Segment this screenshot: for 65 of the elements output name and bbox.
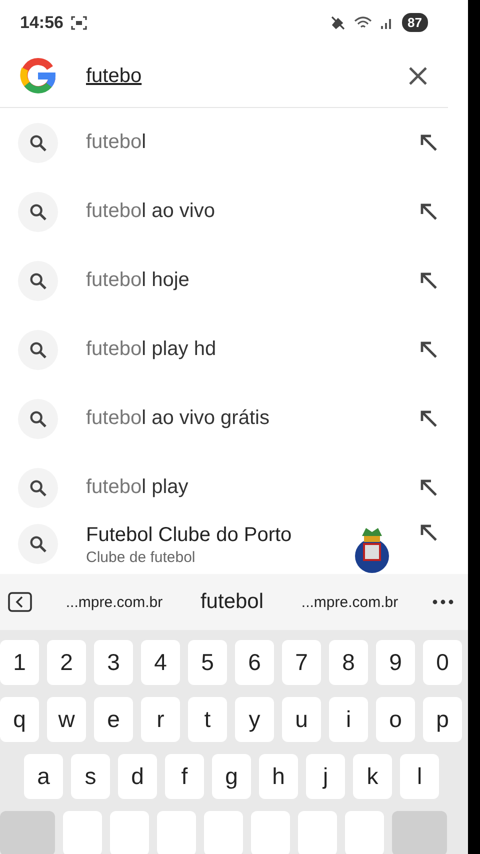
keyboard-key[interactable]: 4 [141, 640, 180, 685]
keyboard-key[interactable]: h [259, 754, 298, 799]
keyboard-key[interactable]: u [282, 697, 321, 742]
keyboard-key[interactable]: o [376, 697, 415, 742]
keyboard-key[interactable]: 1 [0, 640, 39, 685]
keyboard-key[interactable]: p [423, 697, 462, 742]
keyboard-key[interactable]: s [71, 754, 110, 799]
suggestion-subtitle: Clube de futebol [86, 549, 196, 566]
google-logo-icon [20, 58, 56, 94]
keyboard-key[interactable]: e [94, 697, 133, 742]
keyboard-key[interactable]: 7 [282, 640, 321, 685]
keyboard-key[interactable]: w [47, 697, 86, 742]
keyboard-key[interactable]: l [400, 754, 439, 799]
suggestion-item[interactable]: Futebol Clube do Porto Clube de futebol [0, 522, 468, 574]
status-time: 14:56 [20, 12, 64, 32]
suggestion-item[interactable]: futebol play hd [0, 315, 468, 384]
suggestion-item[interactable]: futebol ao vivo [0, 177, 468, 246]
keyboard-key[interactable]: 6 [235, 640, 274, 685]
keyboard-key[interactable]: q [0, 697, 39, 742]
word-candidate[interactable]: ...mpre.com.br [297, 594, 402, 610]
more-icon[interactable] [432, 599, 454, 605]
close-button[interactable] [408, 66, 428, 86]
suggestion-item[interactable]: futebol [0, 108, 468, 177]
battery-level: 87 [402, 13, 428, 32]
word-candidate[interactable]: ...mpre.com.br [62, 594, 167, 610]
keyboard-key[interactable]: d [118, 754, 157, 799]
suggestion-item[interactable]: futebol play [0, 453, 468, 522]
screenshot-icon [71, 16, 88, 30]
arrow-icon[interactable] [420, 272, 438, 290]
keyboard-key[interactable]: y [235, 697, 274, 742]
arrow-icon[interactable] [420, 340, 438, 358]
keyboard-key[interactable]: k [353, 754, 392, 799]
keyboard-key[interactable]: f [165, 754, 204, 799]
search-field[interactable]: futebo [86, 64, 378, 88]
search-icon [28, 408, 48, 428]
keyboard-key[interactable]: j [306, 754, 345, 799]
word-candidate[interactable]: futebol [196, 590, 268, 614]
mute-icon [330, 14, 346, 30]
keyboard-key[interactable]: 9 [376, 640, 415, 685]
keyboard-key[interactable]: i [329, 697, 368, 742]
keyboard-key[interactable]: t [188, 697, 227, 742]
suggestion-title: Futebol Clube do Porto [86, 524, 293, 547]
collapse-button[interactable] [8, 592, 32, 612]
wifi-icon [354, 16, 372, 30]
search-icon [28, 340, 48, 360]
search-icon [28, 478, 48, 498]
search-icon [28, 534, 48, 554]
keyboard-key[interactable]: g [212, 754, 251, 799]
arrow-icon[interactable] [420, 134, 438, 152]
suggestion-item[interactable]: futebol hoje [0, 246, 468, 315]
arrow-icon[interactable] [420, 524, 438, 542]
arrow-icon[interactable] [420, 202, 438, 220]
search-icon [28, 270, 48, 290]
arrow-icon[interactable] [420, 410, 438, 428]
search-icon [28, 202, 48, 222]
keyboard-key[interactable]: 3 [94, 640, 133, 685]
keyboard-key[interactable]: r [141, 697, 180, 742]
keyboard-key[interactable]: a [24, 754, 63, 799]
keyboard-key[interactable]: 0 [423, 640, 462, 685]
keyboard-key[interactable]: 5 [188, 640, 227, 685]
keyboard-key[interactable]: 2 [47, 640, 86, 685]
arrow-icon[interactable] [420, 478, 438, 496]
suggestion-item[interactable]: futebol ao vivo grátis [0, 384, 468, 453]
keyboard-key[interactable]: 8 [329, 640, 368, 685]
search-icon [28, 132, 48, 152]
